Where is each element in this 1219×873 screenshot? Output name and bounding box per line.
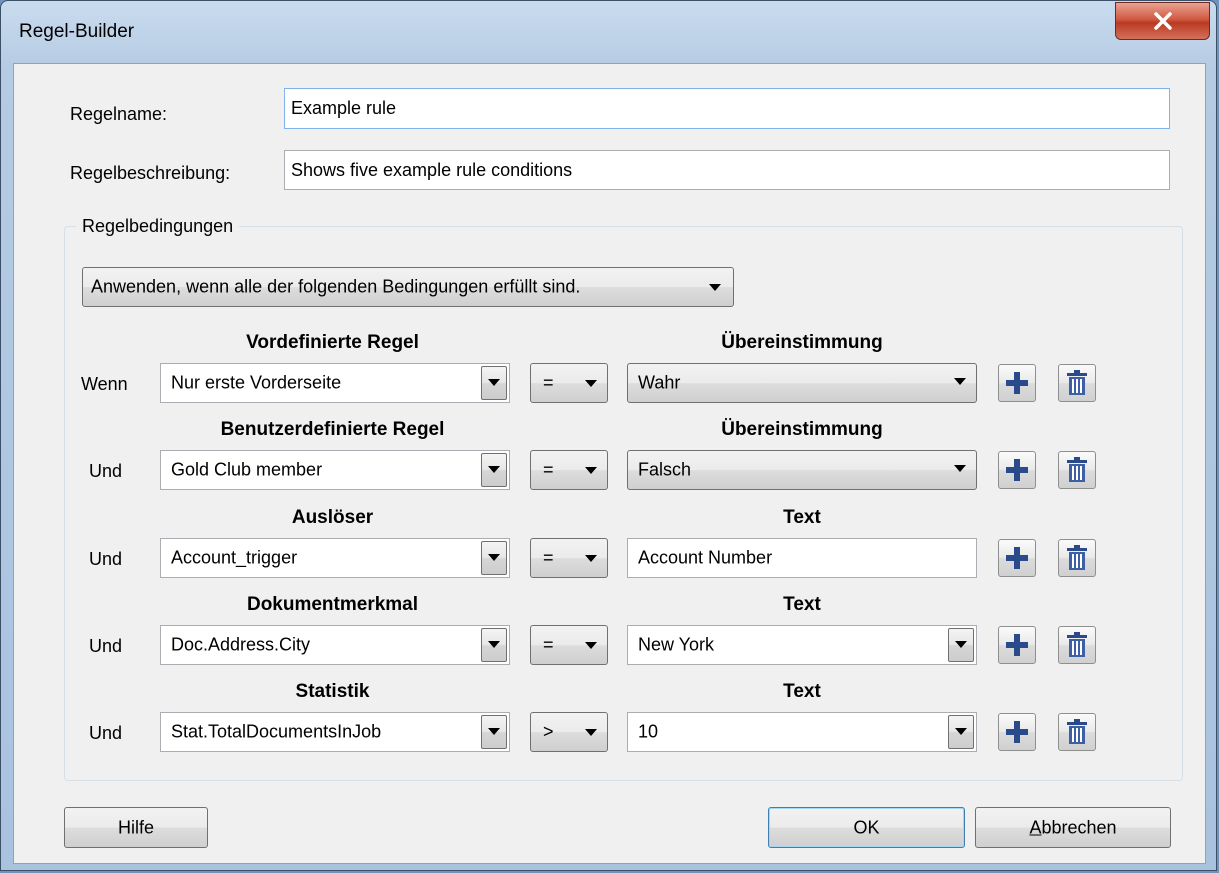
dropdown-button[interactable]: [948, 628, 974, 662]
apply-mode-dropdown[interactable]: Anwenden, wenn alle der folgenden Beding…: [82, 267, 734, 307]
ok-button[interactable]: OK: [768, 807, 965, 848]
left-column-header: Statistik: [295, 681, 370, 702]
delete-condition-button[interactable]: [1058, 451, 1096, 489]
left-column-header: Dokumentmerkmal: [246, 594, 419, 615]
rule-type-select[interactable]: Doc.Address.City: [160, 625, 510, 665]
cancel-button[interactable]: Abbrechen: [975, 807, 1171, 848]
right-column-header: Übereinstimmung: [721, 419, 883, 440]
condition-connector: Und: [89, 549, 123, 569]
chevron-down-icon: [488, 641, 500, 648]
cancel-mnemonic: A: [1029, 817, 1042, 837]
trash-icon: [1066, 457, 1088, 483]
delete-condition-button[interactable]: [1058, 713, 1096, 751]
match-value-combo[interactable]: New York: [627, 625, 977, 665]
condition-connector: Und: [89, 636, 123, 656]
close-button[interactable]: [1115, 2, 1210, 40]
plus-icon: [1005, 458, 1029, 482]
apply-mode-value: Anwenden, wenn alle der folgenden Beding…: [91, 276, 581, 297]
trash-icon: [1066, 632, 1088, 658]
window-title: Regel-Builder: [19, 21, 135, 42]
chevron-down-icon: [488, 554, 500, 561]
add-condition-button[interactable]: [998, 364, 1036, 402]
dialog-client-area: Regelname: Regelbeschreibung: Regelbedin…: [13, 63, 1206, 864]
condition-connector: Und: [89, 723, 123, 743]
chevron-down-icon: [488, 379, 500, 386]
left-column-header: Vordefinierte Regel: [246, 332, 419, 353]
match-value-dropdown[interactable]: Wahr: [627, 363, 977, 403]
rule-type-select[interactable]: Account_trigger: [160, 538, 510, 578]
dropdown-button[interactable]: [481, 628, 507, 662]
chevron-down-icon: [955, 641, 967, 648]
add-condition-button[interactable]: [998, 626, 1036, 664]
chevron-down-icon: [954, 465, 966, 472]
trash-icon: [1066, 545, 1088, 571]
match-value-dropdown[interactable]: Falsch: [627, 450, 977, 490]
chevron-down-icon: [585, 380, 597, 387]
chevron-down-icon: [585, 555, 597, 562]
left-column-header: Benutzerdefinierte Regel: [220, 419, 445, 440]
chevron-down-icon: [488, 728, 500, 735]
condition-connector: Und: [89, 461, 123, 481]
trash-icon: [1066, 719, 1088, 745]
operator-dropdown[interactable]: =: [530, 450, 608, 490]
chevron-down-icon: [585, 729, 597, 736]
rule-type-select[interactable]: Stat.TotalDocumentsInJob: [160, 712, 510, 752]
match-value-input[interactable]: Account Number: [627, 538, 977, 578]
chevron-down-icon: [709, 284, 721, 291]
rule-type-select[interactable]: Nur erste Vorderseite: [160, 363, 510, 403]
help-button[interactable]: Hilfe: [64, 807, 208, 848]
right-column-header: Text: [783, 507, 821, 528]
add-condition-button[interactable]: [998, 451, 1036, 489]
chevron-down-icon: [488, 466, 500, 473]
operator-dropdown[interactable]: >: [530, 712, 608, 752]
rule-description-input[interactable]: [284, 150, 1170, 190]
close-icon: [1153, 12, 1172, 30]
chevron-down-icon: [955, 728, 967, 735]
operator-dropdown[interactable]: =: [530, 363, 608, 403]
chevron-down-icon: [585, 467, 597, 474]
plus-icon: [1005, 371, 1029, 395]
operator-dropdown[interactable]: =: [530, 625, 608, 665]
dropdown-button[interactable]: [481, 541, 507, 575]
delete-condition-button[interactable]: [1058, 364, 1096, 402]
plus-icon: [1005, 546, 1029, 570]
dropdown-button[interactable]: [481, 366, 507, 400]
add-condition-button[interactable]: [998, 539, 1036, 577]
operator-dropdown[interactable]: =: [530, 538, 608, 578]
rule-name-label: Regelname:: [70, 104, 168, 124]
title-bar[interactable]: Regel-Builder: [1, 1, 1216, 63]
plus-icon: [1005, 720, 1029, 744]
right-column-header: Text: [783, 594, 821, 615]
condition-connector: Wenn: [81, 374, 128, 394]
dropdown-button[interactable]: [481, 453, 507, 487]
dropdown-button[interactable]: [948, 715, 974, 749]
plus-icon: [1005, 633, 1029, 657]
delete-condition-button[interactable]: [1058, 539, 1096, 577]
delete-condition-button[interactable]: [1058, 626, 1096, 664]
dialog-window: Regel-Builder Regelname: Regelbeschreibu…: [0, 0, 1217, 871]
chevron-down-icon: [585, 642, 597, 649]
match-value-combo[interactable]: 10: [627, 712, 977, 752]
left-column-header: Auslöser: [291, 507, 374, 528]
add-condition-button[interactable]: [998, 713, 1036, 751]
dropdown-button[interactable]: [481, 715, 507, 749]
rule-type-select[interactable]: Gold Club member: [160, 450, 510, 490]
trash-icon: [1066, 370, 1088, 396]
chevron-down-icon: [954, 378, 966, 385]
right-column-header: Text: [783, 681, 821, 702]
right-column-header: Übereinstimmung: [721, 332, 883, 353]
conditions-group-title: Regelbedingungen: [76, 216, 240, 237]
rule-description-label: Regelbeschreibung:: [70, 163, 231, 183]
rule-name-input[interactable]: [284, 88, 1170, 129]
